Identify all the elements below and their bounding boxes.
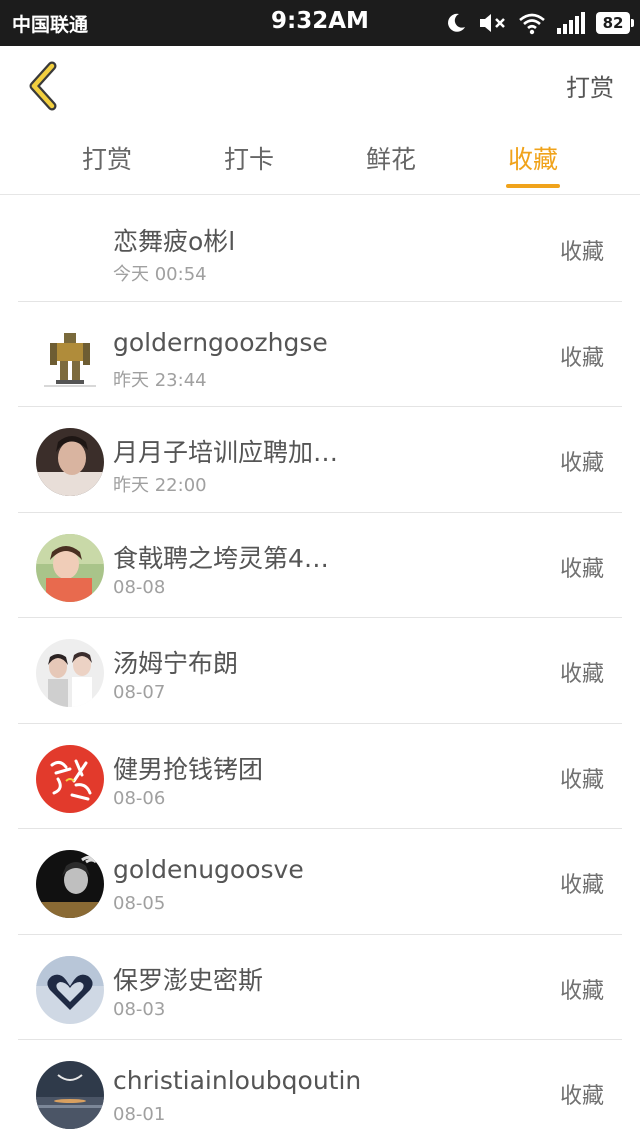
- header-reward-button[interactable]: 打赏: [566, 68, 614, 103]
- user-name: 保罗澎史密斯: [113, 965, 264, 995]
- nav-header: 打赏: [0, 46, 640, 124]
- list-item[interactable]: 食戟聘之垮灵第4… 08-08 收藏: [0, 513, 640, 619]
- list-item[interactable]: 保罗澎史密斯 08-03 收藏: [0, 935, 640, 1041]
- user-name: 恋舞疲o彬l: [113, 227, 236, 256]
- timestamp: 昨天 22:00: [113, 475, 207, 496]
- chevron-left-icon: [29, 61, 57, 111]
- user-name: 食戟聘之垮灵第4…: [113, 543, 329, 573]
- portrait-avatar-image: [36, 533, 104, 602]
- avatar[interactable]: [36, 1061, 104, 1129]
- back-button[interactable]: [18, 56, 68, 112]
- list-item[interactable]: 恋舞疲o彬l 今天 00:54 收藏: [0, 196, 640, 302]
- favorite-label[interactable]: 收藏: [560, 973, 604, 1005]
- tab-favorites[interactable]: 收藏: [483, 140, 583, 176]
- avatar[interactable]: [36, 639, 104, 707]
- timestamp: 08-06: [113, 787, 166, 809]
- user-name: 月月子培训应聘加…: [113, 438, 339, 467]
- favorite-label[interactable]: 收藏: [560, 656, 604, 688]
- favorite-label[interactable]: 收藏: [560, 340, 604, 372]
- favorite-label[interactable]: 收藏: [560, 1078, 604, 1110]
- portrait-avatar-image: [36, 428, 104, 496]
- list-item[interactable]: goldenugoosve 08-05 收藏: [0, 829, 640, 935]
- list-item[interactable]: 健男抢钱铐团 08-06 收藏: [0, 724, 640, 830]
- list-item[interactable]: 月月子培训应聘加… 昨天 22:00 收藏: [0, 407, 640, 513]
- list-item[interactable]: golderngoozhgse 昨天 23:44 收藏: [0, 302, 640, 408]
- user-name: 健男抢钱铐团: [113, 754, 264, 784]
- carrier-label: 中国联通: [12, 14, 89, 36]
- favorite-label[interactable]: 收藏: [560, 234, 604, 266]
- avatar[interactable]: [36, 744, 104, 813]
- tab-bar: 打赏 打卡 鲜花 收藏: [0, 124, 640, 195]
- timestamp: 昨天 23:44: [113, 369, 207, 391]
- timestamp: 08-05: [113, 893, 166, 914]
- timestamp: 08-01: [113, 1104, 166, 1125]
- signal-icon: [557, 12, 585, 34]
- active-tab-indicator: [506, 184, 560, 188]
- avatar[interactable]: [36, 428, 104, 496]
- tab-flowers[interactable]: 鲜花: [341, 140, 441, 176]
- tab-reward[interactable]: 打赏: [57, 140, 157, 176]
- favorite-label[interactable]: 收藏: [560, 762, 604, 794]
- user-name: 汤姆宁布朗: [113, 649, 239, 678]
- portrait-avatar-image: [36, 850, 104, 918]
- portrait-avatar-image: [36, 639, 104, 707]
- avatar[interactable]: [36, 533, 104, 602]
- avatar[interactable]: [36, 955, 104, 1024]
- favorite-label[interactable]: 收藏: [560, 867, 604, 899]
- timestamp: 08-07: [113, 682, 166, 703]
- user-name: christiainloubqoutin: [113, 1066, 362, 1095]
- robot-avatar-image: [36, 322, 104, 391]
- calligraphy-avatar-image: [36, 744, 104, 813]
- list-item[interactable]: 汤姆宁布朗 08-07 收藏: [0, 618, 640, 724]
- status-bar: 中国联通 9:32AM 82: [0, 0, 640, 46]
- avatar[interactable]: [36, 850, 104, 918]
- wifi-icon: [519, 13, 545, 35]
- user-name: golderngoozhgse: [113, 327, 328, 357]
- favorite-label[interactable]: 收藏: [560, 551, 604, 583]
- favorite-label[interactable]: 收藏: [560, 445, 604, 477]
- landscape-avatar-image: [36, 1061, 104, 1129]
- timestamp: 08-08: [113, 576, 166, 598]
- hands-heart-avatar-image: [36, 955, 104, 1024]
- tab-checkin[interactable]: 打卡: [199, 140, 299, 176]
- favorites-list: 恋舞疲o彬l 今天 00:54 收藏 golderngoozhgse 昨天 23…: [0, 196, 640, 1146]
- battery-icon: 82: [596, 12, 634, 34]
- mute-icon: [480, 14, 505, 32]
- user-name: goldenugoosve: [113, 855, 304, 884]
- timestamp: 今天 00:54: [113, 264, 207, 285]
- moon-icon: [448, 13, 465, 32]
- list-item[interactable]: christiainloubqoutin 08-01 收藏: [0, 1040, 640, 1146]
- avatar[interactable]: [36, 322, 104, 391]
- timestamp: 08-03: [113, 998, 166, 1020]
- status-icons: 82: [444, 10, 634, 36]
